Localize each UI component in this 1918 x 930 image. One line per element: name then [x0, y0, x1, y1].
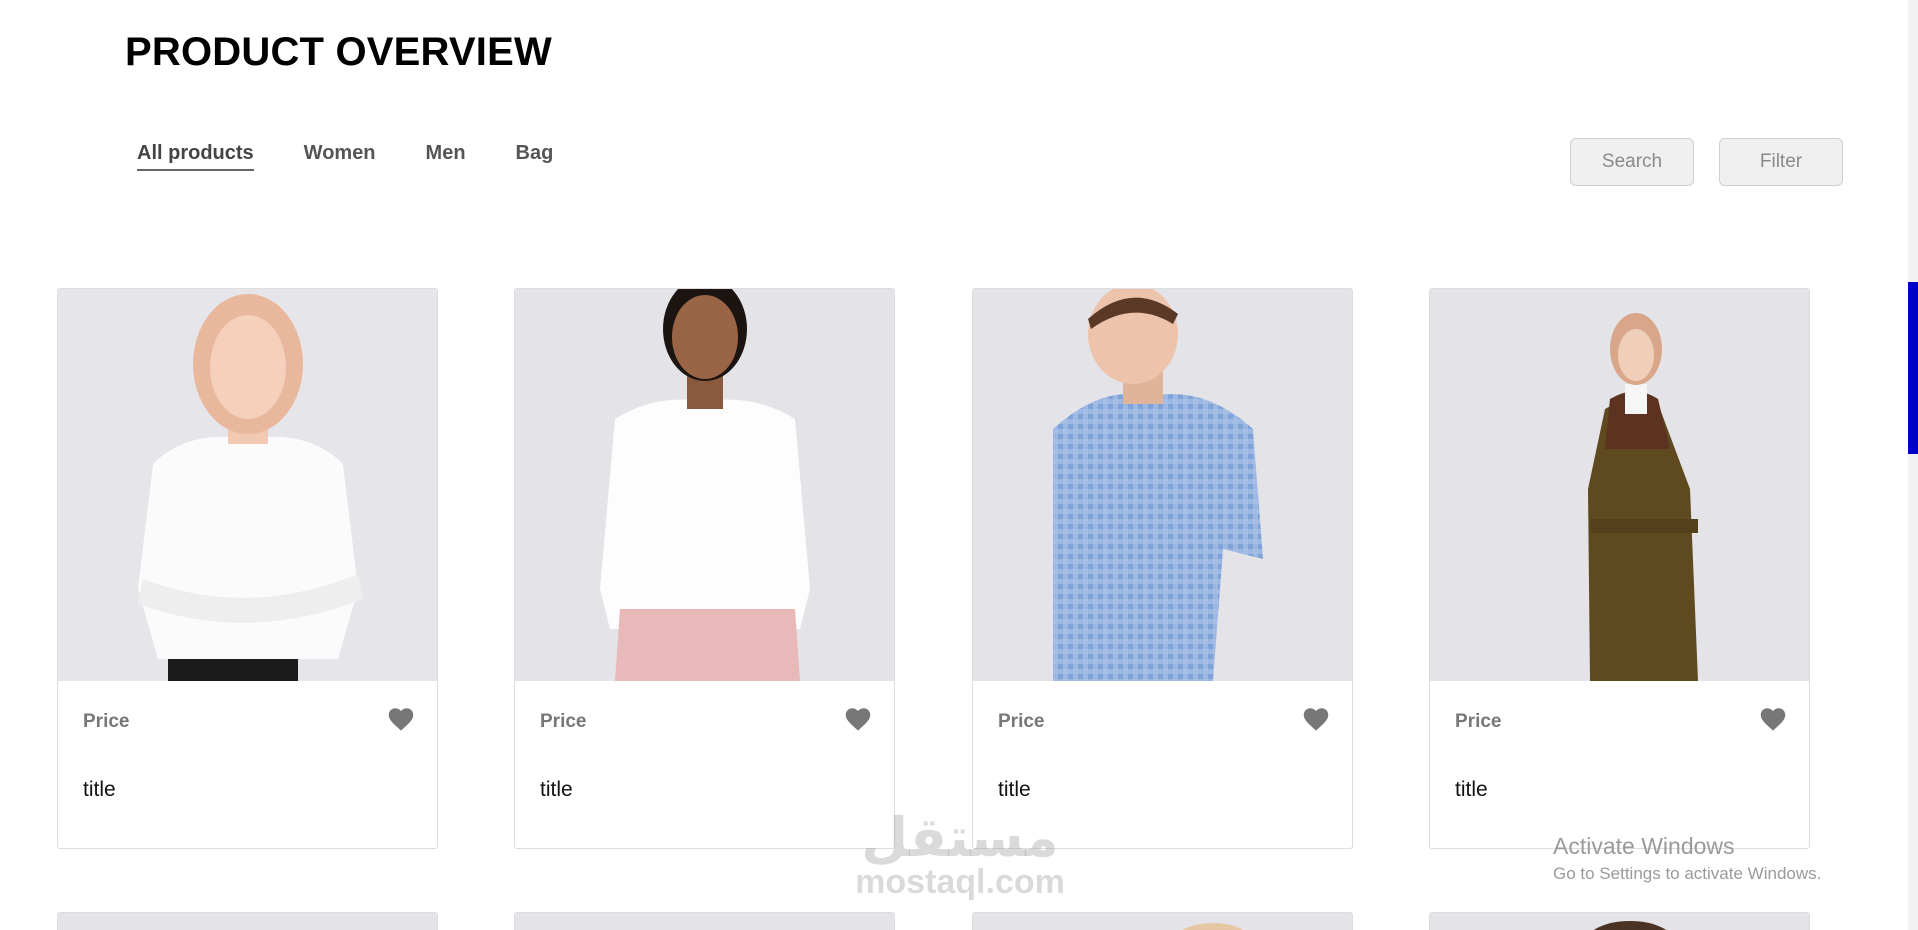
product-image-man-blue-check-shirt[interactable]: [973, 289, 1352, 681]
product-image[interactable]: [973, 913, 1352, 930]
activation-subtitle: Go to Settings to activate Windows.: [1553, 864, 1822, 883]
heart-icon[interactable]: [387, 706, 415, 732]
product-title[interactable]: title: [998, 778, 1031, 802]
product-card[interactable]: [1429, 912, 1810, 930]
product-image[interactable]: [515, 913, 894, 930]
product-card[interactable]: Price title: [1429, 288, 1810, 849]
product-card[interactable]: Price title: [57, 288, 438, 849]
activation-title: Activate Windows: [1553, 833, 1735, 859]
scrollbar-thumb[interactable]: [1908, 282, 1918, 454]
filter-button[interactable]: Filter: [1719, 138, 1843, 186]
product-price-label: Price: [998, 711, 1045, 732]
product-image-woman-white-tshirt[interactable]: [58, 289, 437, 681]
product-overview-page: PRODUCT OVERVIEW All products Women Men …: [0, 0, 1918, 930]
watermark-url: mostaql.com: [855, 863, 1065, 901]
product-image[interactable]: [1430, 913, 1809, 930]
tab-bag[interactable]: Bag: [516, 140, 554, 171]
category-tabs: All products Women Men Bag: [137, 140, 553, 171]
windows-activation-notice: Activate Windows Go to Settings to activ…: [1553, 832, 1821, 884]
product-card[interactable]: Price title: [972, 288, 1353, 849]
page-scrollbar[interactable]: [1908, 0, 1918, 930]
product-card[interactable]: [57, 912, 438, 930]
product-title[interactable]: title: [83, 778, 116, 802]
product-price-label: Price: [540, 711, 587, 732]
product-title[interactable]: title: [1455, 778, 1488, 802]
product-title[interactable]: title: [540, 778, 573, 802]
heart-icon[interactable]: [844, 706, 872, 732]
page-title: PRODUCT OVERVIEW: [125, 30, 552, 74]
heart-icon[interactable]: [1302, 706, 1330, 732]
tab-all-products[interactable]: All products: [137, 140, 254, 171]
heart-icon[interactable]: [1759, 706, 1787, 732]
product-image[interactable]: [58, 913, 437, 930]
product-card[interactable]: [514, 912, 895, 930]
toolbar-actions: Search Filter: [1570, 138, 1843, 186]
tab-men[interactable]: Men: [426, 140, 466, 171]
product-price-label: Price: [83, 711, 130, 732]
product-card[interactable]: [972, 912, 1353, 930]
product-image-woman-white-shirt-pink-pants[interactable]: [515, 289, 894, 681]
search-button[interactable]: Search: [1570, 138, 1694, 186]
product-card[interactable]: Price title: [514, 288, 895, 849]
product-price-label: Price: [1455, 711, 1502, 732]
tab-women[interactable]: Women: [304, 140, 376, 171]
product-image-woman-olive-coat[interactable]: [1430, 289, 1809, 681]
